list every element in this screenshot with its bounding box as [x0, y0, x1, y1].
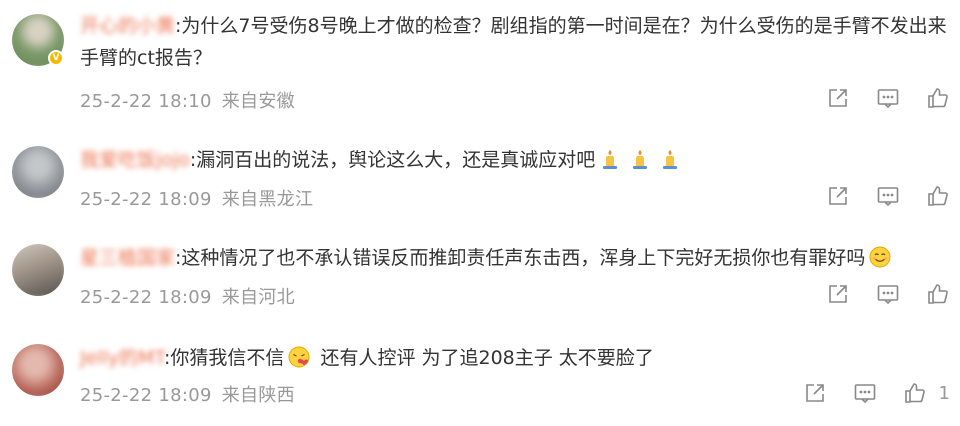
like-button[interactable] [926, 86, 950, 110]
like-button[interactable] [926, 184, 950, 208]
username-link[interactable]: Jelly的MT [80, 347, 164, 369]
share-button[interactable] [826, 184, 850, 208]
comment-text: Jelly的MT:你猜我信不信 还有人控评 为了追208主子 太不要脸了 [80, 342, 950, 374]
share-icon [829, 89, 847, 107]
comment-date: 25-2-22 18:10 [80, 91, 212, 112]
share-icon [829, 187, 847, 205]
comment-actions: 1 [803, 380, 950, 406]
share-button[interactable] [826, 282, 850, 306]
candle-emoji [633, 150, 648, 169]
comment-location: 来自黑龙江 [221, 189, 314, 210]
comment-item: Jelly的MT:你猜我信不信 还有人控评 为了追208主子 太不要脸了 25-… [0, 314, 960, 426]
comment-icon [854, 384, 875, 404]
smile-emoji [869, 246, 891, 268]
reply-button[interactable] [876, 184, 900, 208]
username-link[interactable]: 我爱吃饭jojo [80, 149, 190, 171]
thumbs-up-icon [928, 88, 948, 108]
comment-location: 来自河北 [221, 287, 295, 308]
comment-icon [877, 187, 899, 207]
comment-icon [877, 285, 899, 305]
comment-body: :你猜我信不信 [164, 347, 285, 369]
comment-item: V 开心的小黄:为什么7号受伤8号晚上才做的检查？剧组指的第一时间是在？为什么受… [0, 0, 960, 112]
comment-meta: 25-2-22 18:09 来自河北 [80, 283, 295, 309]
comment-meta: 25-2-22 18:09 来自黑龙江 [80, 185, 313, 211]
comment-date: 25-2-22 18:09 [80, 287, 212, 308]
comment-item: 星三植国家:这种情况了也不承认错误反而推卸责任声东击西，浑身上下完好无损你也有罪… [0, 214, 960, 314]
comment-actions [826, 281, 950, 307]
reply-button[interactable] [853, 381, 877, 405]
thumbs-up-icon [928, 284, 948, 304]
username-link[interactable]: 星三植国家 [80, 247, 175, 269]
comment-body-continued: 还有人控评 为了追208主子 太不要脸了 [314, 347, 654, 369]
comment-body: :为什么7号受伤8号晚上才做的检查？剧组指的第一时间是在？为什么受伤的是手臂不发… [80, 15, 947, 69]
like-count: 1 [938, 382, 950, 404]
share-button[interactable] [826, 86, 850, 110]
comment-icon [877, 89, 899, 109]
comment-meta: 25-2-22 18:09 来自陕西 [80, 381, 295, 407]
comment-date: 25-2-22 18:09 [80, 189, 212, 210]
username-link[interactable]: 开心的小黄 [80, 15, 175, 37]
verified-badge-icon: V [48, 50, 64, 66]
reply-button[interactable] [876, 282, 900, 306]
comment-location: 来自安徽 [221, 91, 295, 112]
share-icon [805, 384, 824, 402]
comment-actions [826, 85, 950, 111]
comment-text: 星三植国家:这种情况了也不承认错误反而推卸责任声东击西，浑身上下完好无损你也有罪… [80, 242, 950, 274]
candle-emoji [603, 150, 618, 169]
avatar[interactable] [12, 344, 64, 396]
comment-body: :这种情况了也不承认错误反而推卸责任声东击西，浑身上下完好无损你也有罪好吗 [175, 247, 866, 269]
like-button[interactable] [926, 282, 950, 306]
comment-text: 我爱吃饭jojo:漏洞百出的说法，舆论这么大，还是真诚应对吧 [80, 144, 950, 176]
avatar[interactable] [12, 244, 64, 296]
like-button[interactable]: 1 [903, 381, 950, 405]
comment-body: :漏洞百出的说法，舆论这么大，还是真诚应对吧 [189, 149, 596, 171]
comment-actions [826, 183, 950, 209]
candle-emoji [663, 150, 678, 169]
reply-button[interactable] [876, 86, 900, 110]
comment-location: 来自陕西 [221, 385, 295, 406]
avatar[interactable] [12, 146, 64, 198]
share-icon [829, 285, 847, 303]
share-button[interactable] [803, 381, 827, 405]
comment-item: 我爱吃饭jojo:漏洞百出的说法，舆论这么大，还是真诚应对吧 25-2-22 1… [0, 110, 960, 214]
comment-text: 开心的小黄:为什么7号受伤8号晚上才做的检查？剧组指的第一时间是在？为什么受伤的… [80, 10, 950, 74]
thumbs-up-icon [928, 186, 948, 206]
comment-date: 25-2-22 18:09 [80, 385, 212, 406]
thumbs-up-icon [904, 383, 925, 403]
kiss-emoji [288, 346, 310, 368]
